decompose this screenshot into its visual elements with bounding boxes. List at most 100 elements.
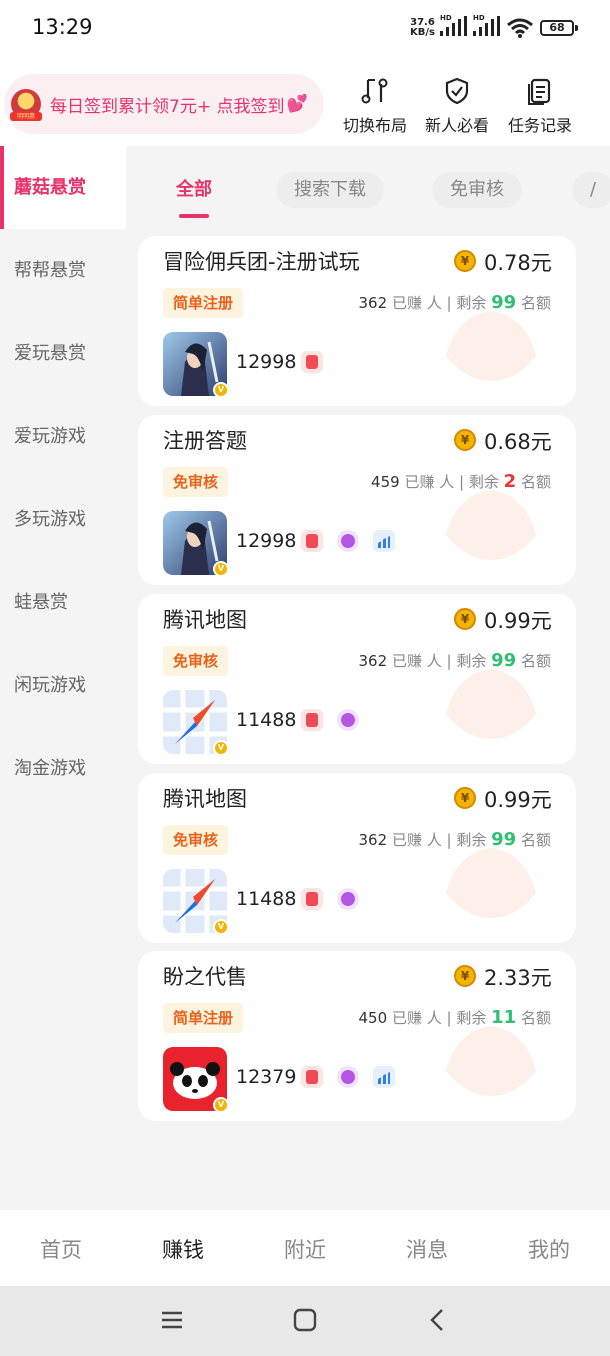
- home-square-icon[interactable]: [293, 1308, 317, 1332]
- tab-search-download[interactable]: 搜索下载: [276, 172, 384, 208]
- publisher-id: 11488: [236, 709, 297, 731]
- switch-layout-button[interactable]: 切换布局: [339, 76, 411, 136]
- sidebar-item-wa-reward[interactable]: 蛙悬赏: [0, 561, 126, 644]
- publisher-id: 12379: [236, 1066, 297, 1088]
- top-header: 明明惠 每日签到累计领7元+ 点我签到 💕 切换布局 新人必看 任务记录: [0, 58, 610, 146]
- earned-count: 362: [358, 294, 388, 312]
- earned-label: 已赚 人: [391, 1009, 442, 1027]
- publisher-id: 11488: [236, 888, 297, 910]
- nav-earn[interactable]: 赚钱: [143, 1234, 223, 1264]
- sidebar-item-aiwan-game[interactable]: 爱玩游戏: [0, 395, 126, 478]
- remain-suffix: 名额: [520, 1009, 551, 1027]
- earned-count: 362: [358, 831, 388, 849]
- system-navigation-bar: [0, 1286, 610, 1356]
- status-bar: 13:29 37.6 KB/s HD HD 68: [0, 0, 610, 58]
- signal-2-icon: HD: [473, 14, 501, 36]
- stats-separator: |: [459, 473, 465, 491]
- tab-all[interactable]: 全部: [158, 172, 230, 218]
- stats-separator: |: [446, 1009, 452, 1027]
- nav-mine[interactable]: 我的: [509, 1234, 589, 1264]
- task-card[interactable]: 注册答题 ¥ 0.68元 免审核 459 已赚 人 | 剩余 2 名额 V 12…: [138, 415, 576, 585]
- remain-count: 99: [491, 829, 517, 850]
- task-type-tag: 免审核: [163, 467, 229, 497]
- remain-suffix: 名额: [520, 831, 551, 849]
- purple-clock-icon: [337, 530, 359, 552]
- coin-icon: ¥: [454, 250, 476, 272]
- publisher-id: 12998: [236, 351, 297, 373]
- heart-emoji: 💕: [286, 94, 308, 114]
- task-reward: 0.99元: [484, 788, 552, 812]
- task-panel: 全部 搜索下载 免审核 / 冒险佣兵团-注册试玩 ¥ 0.78元 简单注册 36…: [126, 146, 610, 1210]
- sidebar-item-aiwan-reward[interactable]: 爱玩悬赏: [0, 312, 126, 395]
- remain-suffix: 名额: [520, 294, 551, 312]
- task-type-tag: 简单注册: [163, 1003, 244, 1033]
- task-stats: 459 已赚 人 | 剩余 2 名额: [371, 471, 551, 492]
- nav-home[interactable]: 首页: [21, 1234, 101, 1264]
- signin-badge-icon: 明明惠: [10, 89, 42, 121]
- task-card[interactable]: 腾讯地图 ¥ 0.99元 免审核 362 已赚 人 | 剩余 99 名额 V 1…: [138, 594, 576, 764]
- platform-sidebar: 蘑菇悬赏 帮帮悬赏 爱玩悬赏 爱玩游戏 多玩游戏 蛙悬赏 闲玩游戏 淘金游戏: [0, 146, 126, 1150]
- remain-prefix: 剩余: [468, 473, 499, 491]
- task-card[interactable]: 盼之代售 ¥ 2.33元 简单注册 450 已赚 人 | 剩余 11 名额 V …: [138, 951, 576, 1121]
- remain-prefix: 剩余: [456, 831, 487, 849]
- remain-prefix: 剩余: [456, 294, 487, 312]
- task-stats: 362 已赚 人 | 剩余 99 名额: [359, 650, 551, 671]
- task-record-button[interactable]: 任务记录: [504, 76, 576, 136]
- task-stats: 362 已赚 人 | 剩余 99 名额: [359, 829, 551, 850]
- remain-count: 99: [491, 292, 517, 313]
- wifi-icon: [507, 18, 533, 38]
- nav-nearby[interactable]: 附近: [265, 1234, 345, 1264]
- document-list-icon: [528, 78, 551, 105]
- sidebar-item-duowan-game[interactable]: 多玩游戏: [0, 478, 126, 561]
- earned-label: 已赚 人: [391, 831, 442, 849]
- task-type-tag: 简单注册: [163, 288, 244, 318]
- earned-count: 459: [371, 473, 400, 491]
- network-speed-unit: KB/s: [410, 27, 435, 38]
- verified-badge-icon: V: [213, 1097, 229, 1113]
- back-chevron-icon[interactable]: [426, 1308, 450, 1332]
- remain-prefix: 剩余: [456, 652, 487, 670]
- blue-chart-icon: [373, 1066, 395, 1088]
- coin-icon: ¥: [454, 965, 476, 987]
- menu-icon[interactable]: [160, 1308, 184, 1332]
- tab-more[interactable]: /: [572, 172, 610, 208]
- sidebar-item-taojin-game[interactable]: 淘金游戏: [0, 727, 126, 810]
- coin-icon: ¥: [454, 608, 476, 630]
- earned-label: 已赚 人: [391, 652, 442, 670]
- task-reward: 0.99元: [484, 609, 552, 633]
- earned-count: 362: [358, 652, 388, 670]
- task-card[interactable]: 冒险佣兵团-注册试玩 ¥ 0.78元 简单注册 362 已赚 人 | 剩余 99…: [138, 236, 576, 406]
- signin-badge-text: 明明惠: [10, 112, 42, 121]
- filter-tabs: 全部 搜索下载 免审核 /: [126, 146, 610, 232]
- battery-indicator: 68: [540, 20, 578, 36]
- coin-icon: ¥: [454, 787, 476, 809]
- remain-suffix: 名额: [520, 473, 551, 491]
- sidebar-item-xianwan-game[interactable]: 闲玩游戏: [0, 644, 126, 727]
- remain-suffix: 名额: [520, 652, 551, 670]
- stats-separator: |: [446, 294, 452, 312]
- daily-signin-banner[interactable]: 明明惠 每日签到累计领7元+ 点我签到 💕: [4, 74, 324, 134]
- nav-messages[interactable]: 消息: [387, 1234, 467, 1264]
- music-note-switch-icon: [361, 78, 388, 104]
- earned-count: 450: [358, 1009, 388, 1027]
- sidebar-item-bangbang[interactable]: 帮帮悬赏: [0, 229, 126, 312]
- task-reward: 0.68元: [484, 430, 552, 454]
- sidebar-item-mogu[interactable]: 蘑菇悬赏: [0, 146, 126, 229]
- earned-label: 已赚 人: [404, 473, 455, 491]
- verified-badge-icon: V: [213, 561, 229, 577]
- task-title: 腾讯地图: [163, 787, 247, 811]
- signal-2-label: HD: [473, 14, 485, 22]
- task-card[interactable]: 腾讯地图 ¥ 0.99元 免审核 362 已赚 人 | 剩余 99 名额 V 1…: [138, 773, 576, 943]
- verified-badge-icon: V: [213, 740, 229, 756]
- stats-separator: |: [446, 652, 452, 670]
- task-stats: 450 已赚 人 | 剩余 11 名额: [359, 1007, 551, 1028]
- newbie-guide-button[interactable]: 新人必看: [421, 76, 493, 136]
- tab-no-review[interactable]: 免审核: [432, 172, 522, 208]
- task-type-tag: 免审核: [163, 825, 229, 855]
- publisher-id: 12998: [236, 530, 297, 552]
- verified-badge-icon: V: [213, 919, 229, 935]
- task-record-label: 任务记录: [507, 116, 572, 135]
- task-title: 盼之代售: [163, 965, 247, 989]
- remain-prefix: 剩余: [456, 1009, 487, 1027]
- stats-separator: |: [446, 831, 452, 849]
